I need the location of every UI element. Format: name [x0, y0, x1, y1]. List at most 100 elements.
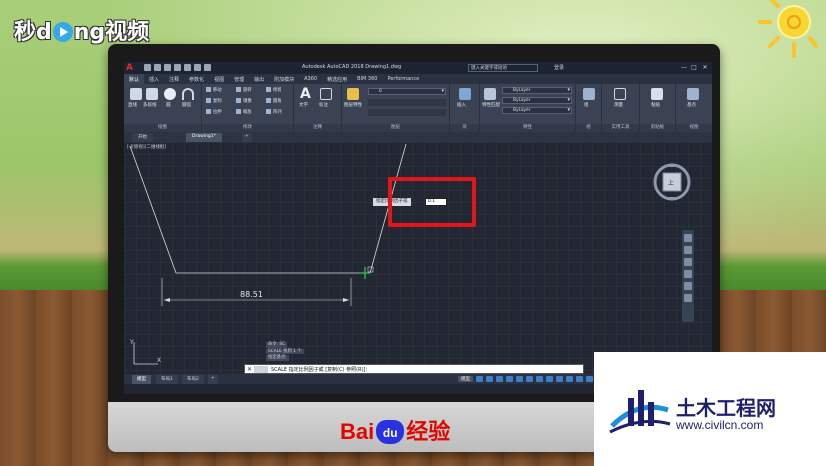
grid-icon[interactable]	[476, 376, 483, 382]
color-dropdown[interactable]: ByLayer	[502, 87, 572, 94]
layout-tab-model[interactable]: 模型	[132, 375, 151, 384]
tab-a360[interactable]: A360	[299, 74, 322, 84]
tab-annotate[interactable]: 注释	[164, 74, 184, 84]
add-layout-button[interactable]: +	[208, 375, 218, 384]
tab-default[interactable]: 默认	[124, 74, 145, 84]
full-navigation-wheel-icon[interactable]	[684, 234, 692, 242]
drawing-canvas[interactable]: [-][俯视][二维线框] 88.51 指定比例因子或 0.1 上 Y X 命令…	[124, 142, 712, 374]
copy-button[interactable]: 复制	[206, 98, 222, 105]
title-bar: A Autodesk AutoCAD 2018 Drawing1.dwg 键入关…	[124, 62, 712, 74]
snap-icon[interactable]	[486, 376, 493, 382]
measure-icon[interactable]	[614, 88, 626, 100]
miaodong-watermark: 秒d ng视频	[14, 14, 149, 46]
workspace-icon[interactable]	[576, 376, 583, 382]
open-icon[interactable]	[154, 64, 161, 71]
paste-icon[interactable]	[651, 88, 663, 100]
line-icon[interactable]	[130, 88, 142, 100]
close-icon[interactable]: ✕	[701, 64, 709, 72]
base-tool-label: 基点	[687, 103, 696, 108]
selection-cycling-icon[interactable]	[556, 376, 563, 382]
command-close-icon[interactable]: ✕	[247, 366, 252, 373]
undo-icon[interactable]	[194, 64, 201, 71]
tab-insert[interactable]: 插入	[144, 74, 164, 84]
new-icon[interactable]	[144, 64, 151, 71]
save-icon[interactable]	[164, 64, 171, 71]
command-line[interactable]: ✕ SCALE 指定比例因子或 [复制(C) 参照(R)]:	[244, 364, 584, 374]
customize-icon[interactable]	[586, 376, 593, 382]
lineweight-icon[interactable]	[536, 376, 543, 382]
transparency-icon[interactable]	[546, 376, 553, 382]
group-icon[interactable]	[583, 88, 595, 100]
window-title: Autodesk AutoCAD 2018 Drawing1.dwg	[302, 64, 402, 70]
ribbon-tabs: 默认 插入 注释 参数化 视图 管理 输出 附加模块 A360 精选应用 BIM…	[124, 74, 712, 84]
nav-menu-icon[interactable]	[684, 294, 692, 302]
tab-featured-apps[interactable]: 精选应用	[322, 74, 352, 84]
array-label: 阵列	[273, 110, 282, 115]
tab-manage[interactable]: 管理	[229, 74, 249, 84]
move-button[interactable]: 移动	[206, 87, 222, 94]
showmotion-icon[interactable]	[684, 282, 692, 290]
minimize-icon[interactable]: —	[680, 64, 688, 72]
civil-logo-url: www.civilcn.com	[676, 418, 764, 432]
history-line-3: 指定基点:	[266, 355, 289, 361]
left-slanted-line	[129, 145, 177, 274]
tab-output[interactable]: 输出	[249, 74, 269, 84]
polyline-icon[interactable]	[146, 88, 158, 100]
tab-performance[interactable]: Performance	[382, 74, 424, 84]
tab-addins[interactable]: 附加模块	[269, 74, 299, 84]
redo-icon[interactable]	[204, 64, 211, 71]
layer-properties-icon[interactable]	[347, 88, 359, 100]
fillet-label: 圆角	[273, 99, 282, 104]
sign-in-button[interactable]: 登录	[554, 64, 564, 71]
line-tool-label: 直线	[128, 103, 137, 108]
base-point-icon[interactable]	[687, 88, 699, 100]
linetype-dropdown[interactable]: ByLayer	[502, 97, 572, 104]
scale-button[interactable]: 缩放	[236, 109, 252, 116]
autocad-logo-icon[interactable]: A	[126, 63, 140, 73]
group-tool-label: 组	[584, 103, 589, 108]
orbit-icon[interactable]	[684, 270, 692, 278]
saveas-icon[interactable]	[174, 64, 181, 71]
tab-bim360[interactable]: BIM 360	[352, 74, 382, 84]
insert-block-icon[interactable]	[459, 88, 471, 100]
fillet-button[interactable]: 圆角	[266, 98, 282, 105]
dimension-icon[interactable]	[320, 88, 332, 100]
rotate-button[interactable]: 旋转	[236, 87, 252, 94]
panel-group: 组 组	[576, 84, 602, 132]
new-tab-button[interactable]: +	[242, 133, 252, 142]
annotation-scale-icon[interactable]	[566, 376, 573, 382]
otrack-icon[interactable]	[526, 376, 533, 382]
layout-tab-layout2[interactable]: 布局2	[182, 375, 204, 384]
panel-layers-label: 图层	[342, 124, 449, 132]
zoom-icon[interactable]	[684, 258, 692, 266]
text-icon[interactable]: A	[300, 87, 312, 101]
doctab-drawing1[interactable]: Drawing1*	[186, 133, 222, 142]
array-button[interactable]: 阵列	[266, 109, 282, 116]
match-properties-icon[interactable]	[484, 88, 496, 100]
circle-icon[interactable]	[164, 88, 176, 100]
trim-button[interactable]: 修剪	[266, 87, 282, 94]
ortho-icon[interactable]	[496, 376, 503, 382]
tab-view[interactable]: 视图	[209, 74, 229, 84]
dimension-tool-label: 标注	[319, 103, 328, 108]
lineweight-dropdown[interactable]: ByLayer	[502, 107, 572, 114]
layer-tools-row-2[interactable]	[368, 109, 446, 116]
autocad-window: A Autodesk AutoCAD 2018 Drawing1.dwg 键入关…	[124, 62, 712, 394]
mirror-button[interactable]: 镜像	[236, 98, 252, 105]
doctab-start[interactable]: 开始	[132, 133, 153, 142]
layer-dropdown[interactable]: 0	[368, 88, 446, 95]
command-options-icon[interactable]	[254, 366, 268, 373]
tab-parametric[interactable]: 参数化	[184, 74, 209, 84]
panel-group-label: 组	[576, 124, 601, 132]
arc-icon[interactable]	[182, 88, 194, 100]
layer-tools-row[interactable]	[368, 99, 446, 106]
osnap-icon[interactable]	[516, 376, 523, 382]
layout-tab-layout1[interactable]: 布局1	[156, 375, 178, 384]
polar-icon[interactable]	[506, 376, 513, 382]
pan-icon[interactable]	[684, 246, 692, 254]
search-input[interactable]: 键入关键字或短语	[468, 64, 538, 72]
maximize-icon[interactable]: □	[690, 64, 698, 72]
print-icon[interactable]	[184, 64, 191, 71]
stretch-button[interactable]: 拉伸	[206, 109, 222, 116]
status-model-button[interactable]: 模型	[458, 376, 473, 382]
